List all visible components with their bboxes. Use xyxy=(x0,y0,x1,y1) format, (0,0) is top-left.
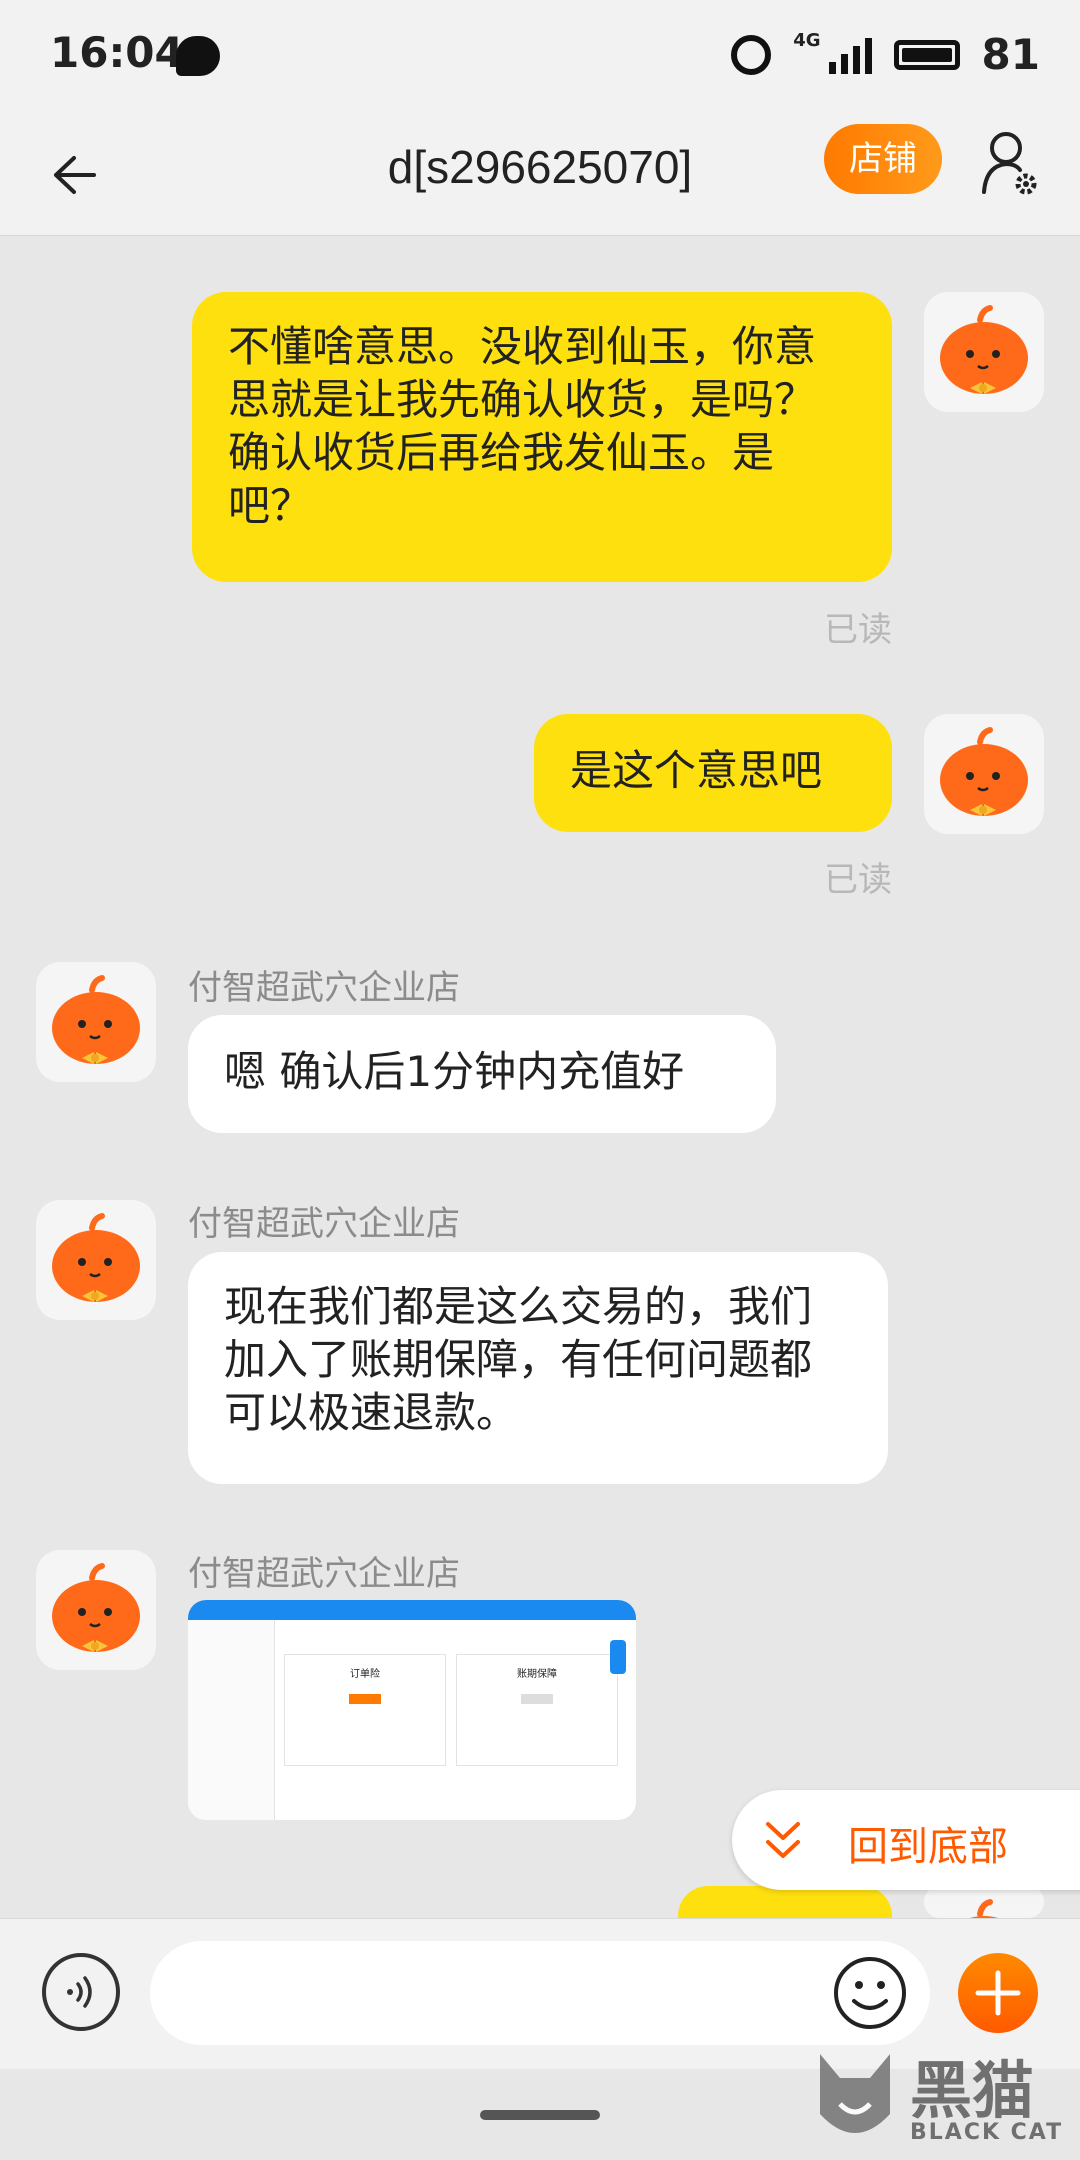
sender-name: 付智超武穴企业店 xyxy=(188,1204,460,1244)
chat-header: d[s296625070] 店铺 xyxy=(0,110,1080,236)
screenshot-topbar xyxy=(188,1600,636,1620)
screenshot-right-label: 账期保障 xyxy=(517,1669,557,1680)
sender-name: 付智超武穴企业店 xyxy=(188,968,460,1008)
store-button[interactable]: 店铺 xyxy=(824,124,942,194)
voice-wave-icon xyxy=(67,1976,92,2008)
user-settings-icon[interactable] xyxy=(980,128,1040,198)
emoji-icon[interactable] xyxy=(832,1955,908,2031)
screenshot-sidebar xyxy=(188,1620,275,1820)
message-text: 不懂啥意思。没收到仙玉，你意思就是让我先确认收货，是吗？确认收货后再给我发仙玉。… xyxy=(228,322,817,530)
screenshot-left-card: 订单险 xyxy=(284,1654,446,1766)
my-avatar[interactable] xyxy=(924,714,1044,834)
outgoing-message[interactable]: 是这个意思吧 xyxy=(534,714,892,832)
message-text: 现在我们都是这么交易的，我们加入了账期保障，有任何问题都可以极速退款。 xyxy=(224,1282,813,1437)
battery-level: 81 xyxy=(981,30,1040,79)
incoming-message[interactable]: 嗯 确认后1分钟内充值好 xyxy=(188,1015,776,1133)
double-chevron-down-icon xyxy=(766,1822,800,1858)
sender-name: 付智超武穴企业店 xyxy=(188,1554,460,1594)
screenshot-right-button xyxy=(521,1694,553,1704)
home-indicator[interactable] xyxy=(480,2110,600,2120)
alarm-icon xyxy=(731,34,772,75)
watermark-text-en: BLACK CAT xyxy=(910,2120,1064,2145)
cat-logo-icon xyxy=(820,2054,890,2133)
status-bar: 16:04 4G 81 xyxy=(0,0,1080,110)
battery-icon xyxy=(893,39,960,70)
seller-avatar[interactable] xyxy=(36,962,156,1082)
read-receipt: 已读 xyxy=(824,860,892,900)
screenshot-left-button xyxy=(349,1694,381,1704)
outgoing-message[interactable]: 不懂啥意思。没收到仙玉，你意思就是让我先确认收货，是吗？确认收货后再给我发仙玉。… xyxy=(192,292,892,582)
voice-input-button[interactable] xyxy=(42,1953,120,2031)
screenshot-left-label: 订单险 xyxy=(350,1669,380,1680)
seller-avatar[interactable] xyxy=(36,1550,156,1670)
message-notification-icon xyxy=(176,36,220,76)
message-text: 嗯 确认后1分钟内充值好 xyxy=(224,1047,685,1096)
signal-icon xyxy=(828,36,872,74)
more-options-button[interactable] xyxy=(958,1953,1038,2033)
seller-avatar[interactable] xyxy=(36,1200,156,1320)
watermark-text-cn: 黑猫 xyxy=(910,2054,1035,2127)
scroll-to-bottom-label: 回到底部 xyxy=(848,1824,1008,1870)
status-right: 4G 81 xyxy=(731,30,1040,79)
incoming-message[interactable]: 现在我们都是这么交易的，我们加入了账期保障，有任何问题都可以极速退款。 xyxy=(188,1252,888,1484)
network-type: 4G xyxy=(793,30,821,51)
status-time: 16:04 xyxy=(50,28,184,77)
my-avatar-partial xyxy=(924,1886,1044,1918)
screenshot-float-widget xyxy=(610,1640,626,1674)
screenshot-right-card: 账期保障 xyxy=(456,1654,618,1766)
message-text: 是这个意思吧 xyxy=(570,746,823,795)
message-input[interactable] xyxy=(150,1941,930,2045)
my-avatar[interactable] xyxy=(924,292,1044,412)
plus-icon xyxy=(975,1970,1021,2016)
image-message[interactable]: 订单险 账期保障 xyxy=(188,1600,636,1820)
read-receipt: 已读 xyxy=(824,610,892,650)
black-cat-watermark: 黑猫 BLACK CAT xyxy=(810,2040,1080,2160)
scroll-to-bottom-button[interactable]: 回到底部 xyxy=(732,1790,1080,1890)
